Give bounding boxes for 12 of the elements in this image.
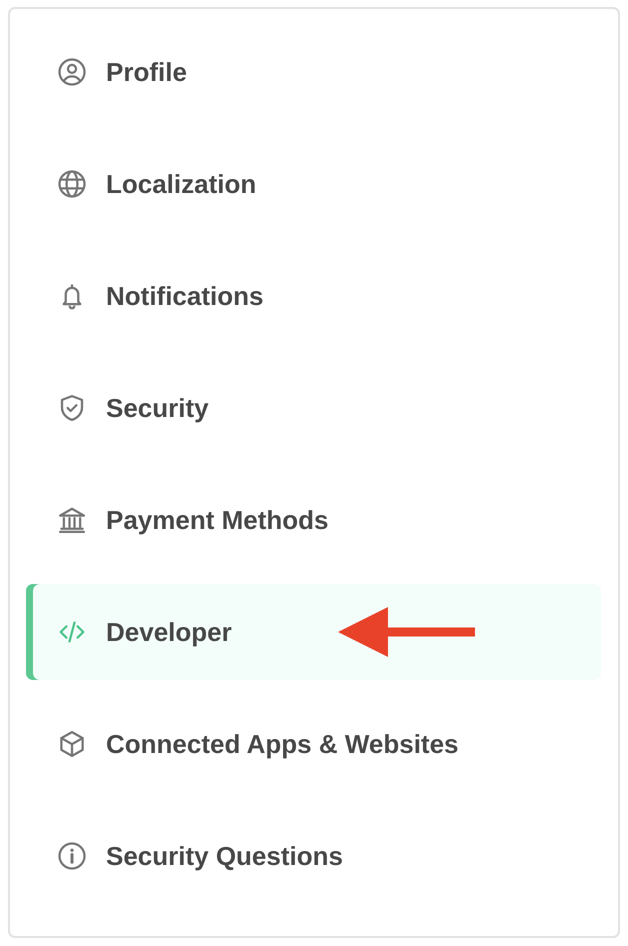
bank-icon <box>57 505 87 535</box>
sidebar-item[interactable]: Profile <box>26 24 601 120</box>
sidebar-item[interactable]: Localization <box>26 136 601 232</box>
sidebar-item[interactable]: Notifications <box>26 248 601 344</box>
sidebar-item[interactable]: Security <box>26 360 601 456</box>
sidebar-item[interactable]: Connected Apps & Websites <box>26 696 601 792</box>
sidebar-item[interactable]: Developer <box>26 584 601 680</box>
sidebar-item[interactable]: Payment Methods <box>26 472 601 568</box>
sidebar-item[interactable]: Security Questions <box>26 808 601 904</box>
info-icon <box>57 841 87 871</box>
globe-icon <box>57 169 87 199</box>
profile-icon <box>57 57 87 87</box>
